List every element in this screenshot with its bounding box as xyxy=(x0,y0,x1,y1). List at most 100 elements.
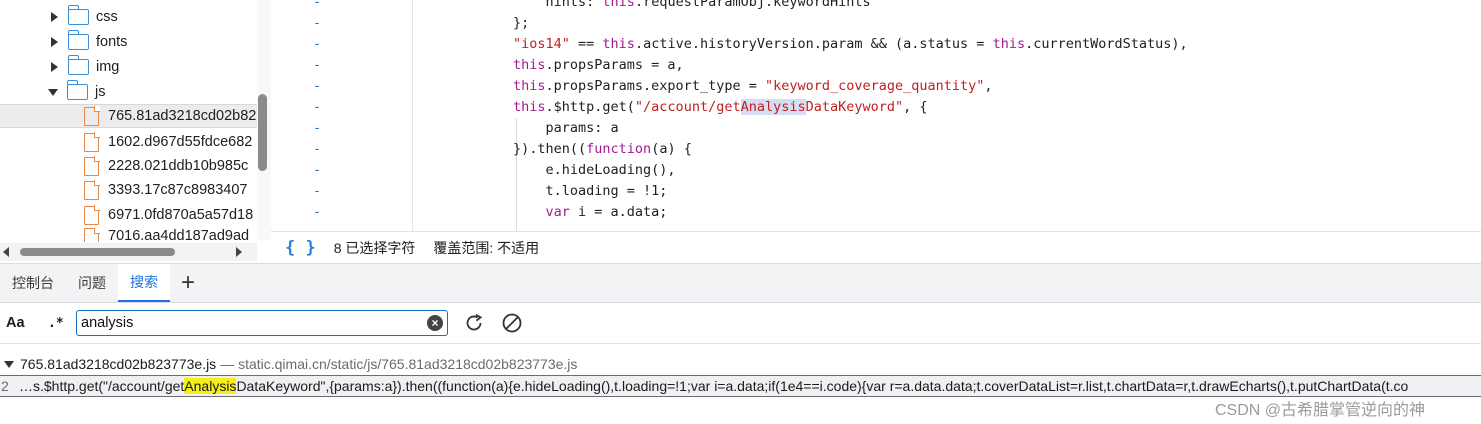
tree-file-item[interactable]: 6971.0fd870a5a57d18 xyxy=(0,203,257,227)
gutter-marker: - xyxy=(313,0,322,10)
result-file-header[interactable]: 765.81ad3218cd02b823773e.js — static.qim… xyxy=(0,353,577,375)
gutter-marker: - xyxy=(313,36,322,52)
tree-folder-label: fonts xyxy=(96,34,128,50)
file-icon xyxy=(84,228,100,242)
code-token: , xyxy=(984,78,993,94)
code-line[interactable]: - hints: this.requestParamObj.keywordHin… xyxy=(273,0,1481,13)
code-token: .$http.get( xyxy=(545,99,635,115)
code-token: .currentWordStatus), xyxy=(1025,36,1188,52)
code-line[interactable]: - var i = a.data; xyxy=(273,202,1481,223)
gutter-marker: - xyxy=(313,141,322,157)
chevron-down-icon[interactable] xyxy=(48,88,58,96)
search-box[interactable]: × xyxy=(76,310,448,336)
tree-file-item[interactable]: 7016.aa4dd187ad9ad xyxy=(0,228,257,242)
tree-file-item[interactable]: 2228.021ddb10b985c xyxy=(0,154,257,178)
code-token: }).then(( xyxy=(513,141,587,157)
chevron-right-icon[interactable] xyxy=(51,62,58,72)
result-text-before: …s.$http.get("/account/get xyxy=(19,378,185,394)
code-token: .requestParamObj.keywordHints xyxy=(634,0,871,10)
code-line[interactable]: - params: a xyxy=(273,118,1481,139)
code-line[interactable]: - t.loading = !1; xyxy=(273,181,1481,202)
file-icon xyxy=(84,106,100,126)
code-line[interactable]: - this.propsParams = a, xyxy=(273,55,1481,76)
tree-folder-js[interactable]: js xyxy=(0,80,257,104)
code-line[interactable]: - "ios14" == this.active.historyVersion.p… xyxy=(273,34,1481,55)
file-icon xyxy=(84,205,100,225)
file-icon xyxy=(84,156,100,176)
refresh-icon[interactable] xyxy=(462,311,486,335)
pretty-print-icon[interactable]: { } xyxy=(285,238,316,258)
folder-icon xyxy=(67,30,89,50)
search-result-row[interactable]: 2 …s.$http.get("/account/get Analysis Data… xyxy=(0,375,1481,397)
code-token: DataKeyword" xyxy=(805,99,904,115)
tree-file-item[interactable]: 765.81ad3218cd02b82 xyxy=(0,104,257,128)
result-file-path: — static.qimai.cn/static/js/765.81ad3218… xyxy=(220,356,578,372)
code-token: (a) { xyxy=(651,141,692,157)
tree-folder-img[interactable]: img xyxy=(0,55,257,79)
search-input[interactable] xyxy=(81,315,427,331)
code-token: == xyxy=(569,36,603,52)
code-editor[interactable]: - hints: this.requestParamObj.keywordHin… xyxy=(273,0,1481,231)
code-text: this.propsParams.export_type = "keyword_… xyxy=(513,76,993,97)
file-tree: css fonts img js 765.81ad3218cd02b82 160… xyxy=(0,0,271,263)
tab-console[interactable]: 控制台 xyxy=(0,264,66,302)
result-match-highlight: Analysis xyxy=(184,378,237,394)
tree-folder-css[interactable]: css xyxy=(0,5,257,29)
code-text: e.hideLoading(), xyxy=(513,160,676,181)
tree-hscroll-thumb[interactable] xyxy=(20,248,175,256)
tree-scroll-thumb[interactable] xyxy=(258,94,267,171)
add-tab-icon[interactable]: + xyxy=(170,264,206,302)
code-token: .propsParams.export_type = xyxy=(545,78,765,94)
code-token: "/account/get xyxy=(634,99,741,115)
code-token: this xyxy=(992,36,1026,52)
match-case-button[interactable]: Aa xyxy=(6,315,32,331)
result-line-number: 2 xyxy=(1,378,9,394)
tree-file-label: 2228.021ddb10b985c xyxy=(108,158,249,174)
folder-icon xyxy=(67,5,89,25)
code-line[interactable]: - this.propsParams.export_type = "keyword… xyxy=(273,76,1481,97)
code-line[interactable]: -}; xyxy=(273,13,1481,34)
code-token: this xyxy=(602,0,635,10)
tree-file-item[interactable]: 3393.17c87c8983407 xyxy=(0,178,257,202)
code-token: , { xyxy=(903,99,928,115)
code-token: hints: xyxy=(545,0,603,10)
code-text: this.$http.get("/account/getAnalysisData… xyxy=(513,97,928,118)
code-text: this.propsParams = a, xyxy=(513,55,684,76)
chevron-right-icon[interactable] xyxy=(51,37,58,47)
clear-icon[interactable]: × xyxy=(427,315,443,331)
file-icon xyxy=(84,180,100,200)
code-text: hints: this.requestParamObj.keywordHints xyxy=(513,0,871,13)
code-token: i = a.data; xyxy=(569,204,668,220)
chevron-down-icon[interactable] xyxy=(4,360,14,368)
scroll-left-arrow-icon[interactable] xyxy=(3,247,9,257)
tab-search[interactable]: 搜索 xyxy=(118,264,170,302)
gutter-marker: - xyxy=(313,162,322,178)
folder-open-icon xyxy=(66,80,88,100)
code-token: Analysis xyxy=(740,99,806,115)
gutter-marker: - xyxy=(313,99,322,115)
code-text: var i = a.data; xyxy=(513,202,668,223)
folder-icon xyxy=(67,55,89,75)
tree-folder-label: img xyxy=(96,59,120,75)
chevron-right-icon[interactable] xyxy=(51,12,58,22)
tree-folder-label: js xyxy=(95,84,106,100)
results-divider xyxy=(0,343,1481,344)
tree-horizontal-scrollbar[interactable] xyxy=(0,243,257,261)
regex-button[interactable]: .* xyxy=(48,316,72,331)
code-line[interactable]: - this.$http.get("/account/getAnalysisDat… xyxy=(273,97,1481,118)
gutter-marker: - xyxy=(313,15,322,31)
gutter-marker: - xyxy=(313,204,322,220)
code-token: e.hideLoading(), xyxy=(545,162,676,178)
code-line[interactable]: - }).then((function(a) { xyxy=(273,139,1481,160)
code-line[interactable]: - e.hideLoading(), xyxy=(273,160,1481,181)
clear-results-icon[interactable] xyxy=(500,311,524,335)
tree-file-item[interactable]: 1602.d967d55fdce682 xyxy=(0,130,257,154)
tree-folder-fonts[interactable]: fonts xyxy=(0,30,257,54)
scroll-right-arrow-icon[interactable] xyxy=(236,247,242,257)
tree-file-label: 6971.0fd870a5a57d18 xyxy=(108,207,254,223)
code-token: function xyxy=(586,141,652,157)
tab-issues[interactable]: 问题 xyxy=(66,264,118,302)
